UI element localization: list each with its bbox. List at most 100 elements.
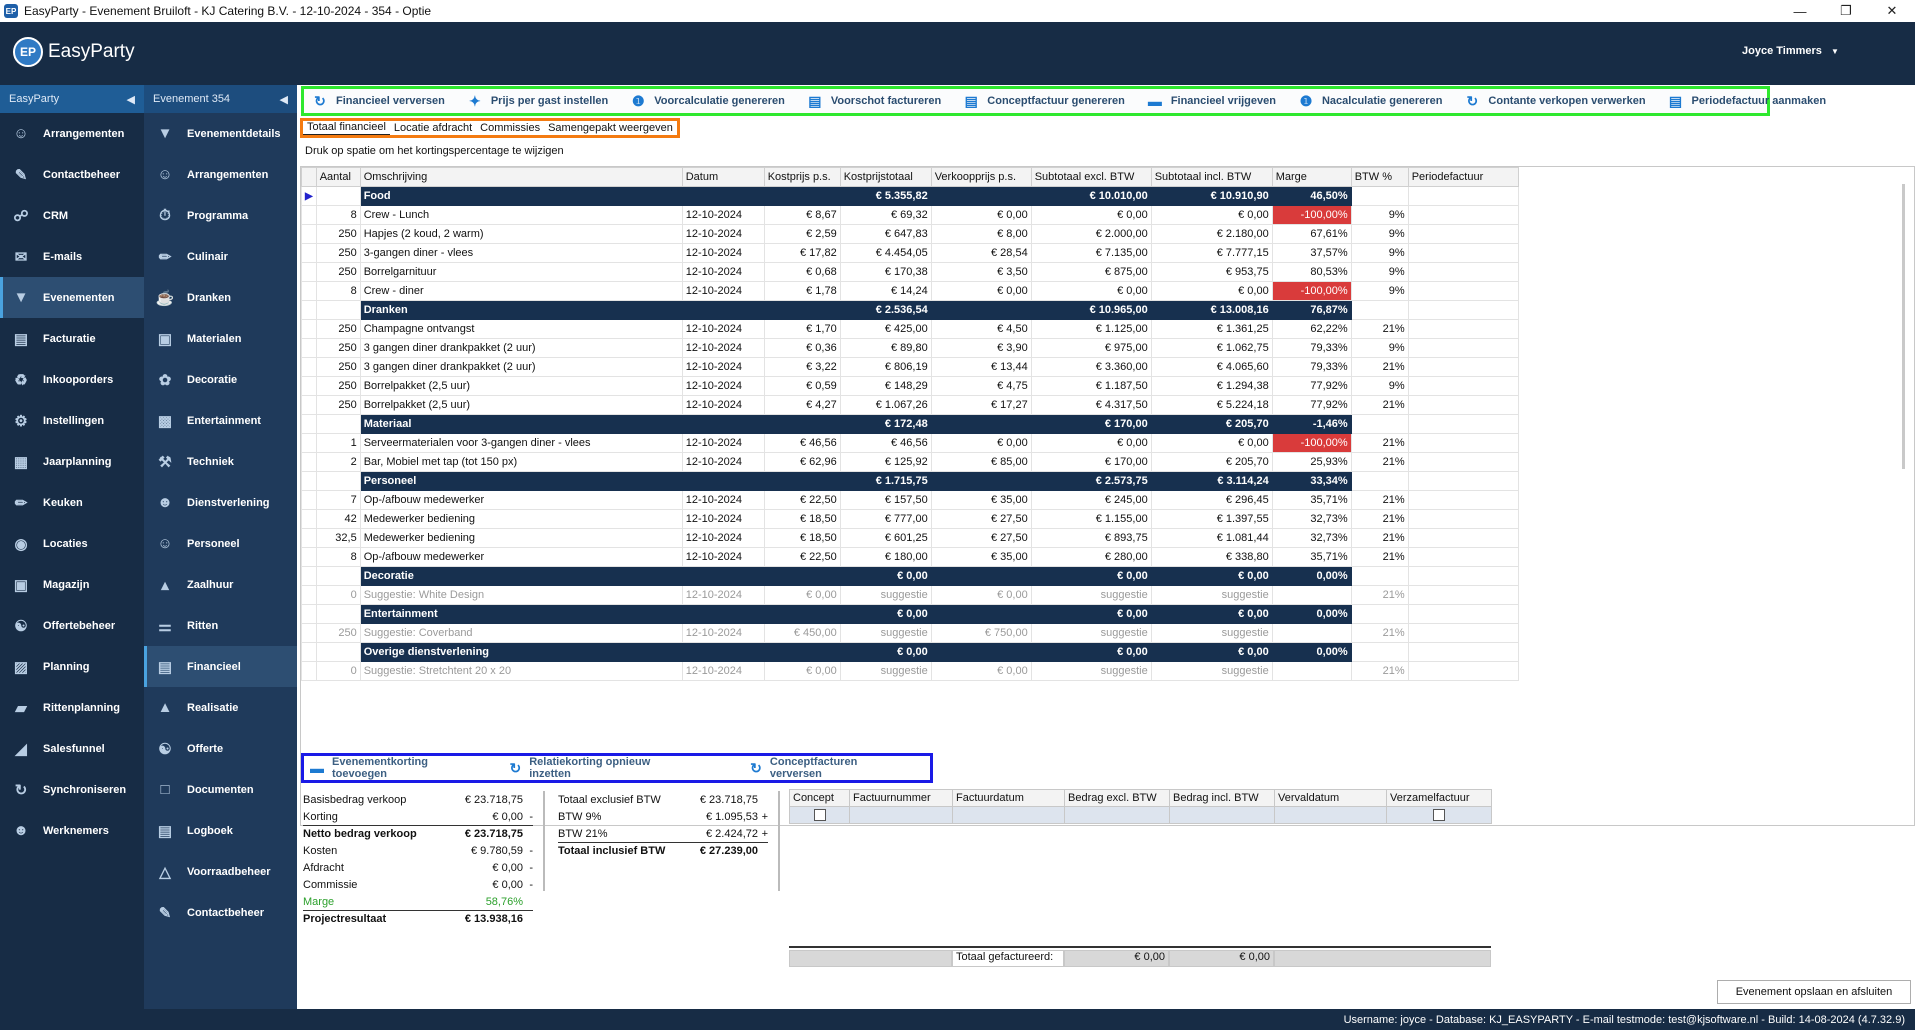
nav-item-programma[interactable]: ⏱ Programma (144, 195, 297, 236)
save-and-close-button[interactable]: Evenement opslaan en afsluiten (1717, 980, 1911, 1004)
sidebar-header[interactable]: EasyParty ◀ (0, 85, 144, 113)
nav-item-contactbeheer[interactable]: ✎ Contactbeheer (144, 892, 297, 933)
tab-locatie-afdracht[interactable]: Locatie afdracht (390, 122, 476, 135)
nav-item-evenementdetails[interactable]: ▼ Evenementdetails (144, 113, 297, 154)
nav-item-offertebeheer[interactable]: ☯ Offertebeheer (0, 605, 144, 646)
maximize-icon[interactable]: ❐ (1823, 0, 1869, 22)
column-header[interactable]: Verkoopprijs p.s. (930, 167, 1032, 187)
vertical-scrollbar[interactable] (1902, 184, 1905, 469)
nav-item-salesfunnel[interactable]: ◢ Salesfunnel (0, 728, 144, 769)
table-row[interactable]: 8 Op-/afbouw medewerker 12-10-2024 € 22,50 €… (301, 547, 1519, 567)
nav-item-inkooporders[interactable]: ♻ Inkooporders (0, 359, 144, 400)
nav-item-synchroniseren[interactable]: ↻ Synchroniseren (0, 769, 144, 810)
action-relatiekorting-opnieuw-inzetten[interactable]: ↻ Relatiekorting opnieuw inzetten (504, 756, 693, 780)
column-header[interactable]: Datum (681, 167, 765, 187)
column-header[interactable]: Marge (1271, 167, 1352, 187)
tab-commissies[interactable]: Commissies (476, 122, 544, 135)
column-header[interactable]: Omschrijving (359, 167, 683, 187)
user-menu[interactable]: Joyce Timmers ▼ (1742, 45, 1839, 57)
table-row[interactable]: 250 Borrelgarnituur 12-10-2024 € 0,68 € 170,… (301, 262, 1519, 282)
nav-item-arrangementen[interactable]: ☺ Arrangementen (144, 154, 297, 195)
toolbar-button-conceptfactuur-genereren[interactable]: ▤ Conceptfactuur genereren (955, 91, 1131, 111)
table-row[interactable]: 250 Borrelpakket (2,5 uur) 12-10-2024 € 4,2… (301, 395, 1519, 415)
column-header[interactable]: BTW % (1350, 167, 1409, 187)
event-sidebar-header[interactable]: Evenement 354 ◀ (144, 85, 297, 113)
column-header[interactable]: Subtotaal incl. BTW (1150, 167, 1273, 187)
nav-item-decoratie[interactable]: ✿ Decoratie (144, 359, 297, 400)
close-icon[interactable]: ✕ (1869, 0, 1915, 22)
group-row[interactable]: Materiaal € 172,48 € 170,00 € 205,70 -1,46% (301, 414, 1519, 434)
minimize-icon[interactable]: — (1777, 0, 1823, 22)
nav-item-werknemers[interactable]: ☻ Werknemers (0, 810, 144, 851)
nav-item-entertainment[interactable]: ▩ Entertainment (144, 400, 297, 441)
nav-item-dranken[interactable]: ☕ Dranken (144, 277, 297, 318)
toolbar-button-nacalculatie-genereren[interactable]: ❶ Nacalculatie genereren (1290, 91, 1448, 111)
action-evenementkorting-toevoegen[interactable]: ▬ Evenementkorting toevoegen (304, 756, 484, 780)
invoice-column-header[interactable]: Factuurnummer (849, 789, 953, 807)
suggestion-row[interactable]: 0 Suggestie: Stretchtent 20 x 20 12-10-202… (301, 661, 1519, 681)
table-row[interactable]: 2 Bar, Mobiel met tap (tot 150 px) 12-10-2… (301, 452, 1519, 472)
nav-item-facturatie[interactable]: ▤ Facturatie (0, 318, 144, 359)
nav-item-materialen[interactable]: ▣ Materialen (144, 318, 297, 359)
invoice-column-header[interactable]: Bedrag excl. BTW (1064, 789, 1170, 807)
group-row[interactable]: ▶ Food € 5.355,82 € 10.010,00 € 10.910,90 46,… (301, 186, 1519, 206)
collective-invoice-checkbox[interactable] (1433, 809, 1445, 822)
nav-item-zaalhuur[interactable]: ▴ Zaalhuur (144, 564, 297, 605)
summary-splitter[interactable] (778, 791, 780, 891)
summary-splitter[interactable] (543, 791, 545, 891)
nav-item-e-mails[interactable]: ✉ E-mails (0, 236, 144, 277)
group-row[interactable]: Overige dienstverlening € 0,00 € 0,00 € 0,0… (301, 642, 1519, 662)
invoice-column-header[interactable]: Factuurdatum (952, 789, 1065, 807)
nav-item-offerte[interactable]: ☯ Offerte (144, 728, 297, 769)
toolbar-button-periodefactuur-aanmaken[interactable]: ▤ Periodefactuur aanmaken (1660, 91, 1833, 111)
toolbar-button-voorschot-factureren[interactable]: ▤ Voorschot factureren (799, 91, 947, 111)
toolbar-button-contante-verkopen-verwerken[interactable]: ↻ Contante verkopen verwerken (1456, 91, 1651, 111)
collective-cell[interactable] (1386, 806, 1492, 824)
column-header[interactable]: Kostprijs p.s. (763, 167, 841, 187)
tab-samengepakt-weergeven[interactable]: Samengepakt weergeven (544, 122, 677, 135)
nav-item-personeel[interactable]: ☺ Personeel (144, 523, 297, 564)
table-row[interactable]: 32,5 Medewerker bediening 12-10-2024 € 18,5… (301, 528, 1519, 548)
table-row[interactable]: 250 Champagne ontvangst 12-10-2024 € 1,70 € … (301, 319, 1519, 339)
group-row[interactable]: Dranken € 2.536,54 € 10.965,00 € 13.008,16 7… (301, 300, 1519, 320)
invoice-column-header[interactable]: Verzamelfactuur (1386, 789, 1492, 807)
group-row[interactable]: Decoratie € 0,00 € 0,00 € 0,00 0,00% (301, 566, 1519, 586)
nav-item-dienstverlening[interactable]: ☻ Dienstverlening (144, 482, 297, 523)
group-row[interactable]: Personeel € 1.715,75 € 2.573,75 € 3.114,24 3… (301, 471, 1519, 491)
tab-totaal-financieel[interactable]: Totaal financieel (303, 121, 390, 135)
nav-item-culinair[interactable]: ✏ Culinair (144, 236, 297, 277)
concept-checkbox[interactable] (813, 809, 826, 822)
invoice-column-header[interactable]: Vervaldatum (1274, 789, 1387, 807)
nav-item-rittenplanning[interactable]: ▰ Rittenplanning (0, 687, 144, 728)
nav-item-realisatie[interactable]: ▲ Realisatie (144, 687, 297, 728)
column-header[interactable]: Kostprijstotaal (839, 167, 932, 187)
column-header[interactable]: Subtotaal excl. BTW (1030, 167, 1152, 187)
column-header[interactable]: Periodefactuur (1407, 167, 1519, 187)
table-row[interactable]: 250 Hapjes (2 koud, 2 warm) 12-10-2024 € 2,… (301, 224, 1519, 244)
toolbar-button-prijs-per-gast-instellen[interactable]: ✦ Prijs per gast instellen (459, 91, 614, 111)
nav-item-magazijn[interactable]: ▣ Magazijn (0, 564, 144, 605)
concept-cell[interactable] (789, 806, 850, 824)
nav-item-locaties[interactable]: ◉ Locaties (0, 523, 144, 564)
invoice-column-header[interactable]: Bedrag incl. BTW (1169, 789, 1275, 807)
table-row[interactable]: 250 3 gangen diner drankpakket (2 uur) 12-… (301, 357, 1519, 377)
nav-item-keuken[interactable]: ✏ Keuken (0, 482, 144, 523)
nav-item-instellingen[interactable]: ⚙ Instellingen (0, 400, 144, 441)
table-row[interactable]: 250 3-gangen diner - vlees 12-10-2024 € 17,… (301, 243, 1519, 263)
nav-item-documenten[interactable]: □ Documenten (144, 769, 297, 810)
column-header[interactable]: Aantal (315, 167, 361, 187)
collapse-icon[interactable]: ◀ (127, 93, 135, 106)
collapse-icon[interactable]: ◀ (280, 93, 288, 106)
toolbar-button-financieel-vrijgeven[interactable]: ▬ Financieel vrijgeven (1139, 91, 1282, 111)
table-row[interactable]: 1 Serveermaterialen voor 3-gangen diner -… (301, 433, 1519, 453)
table-row[interactable]: 8 Crew - diner 12-10-2024 € 1,78 € 14,24 € 0,… (301, 281, 1519, 301)
table-row[interactable]: 7 Op-/afbouw medewerker 12-10-2024 € 22,50 €… (301, 490, 1519, 510)
nav-item-ritten[interactable]: ⚌ Ritten (144, 605, 297, 646)
table-row[interactable]: 42 Medewerker bediening 12-10-2024 € 18,50 €… (301, 509, 1519, 529)
nav-item-logboek[interactable]: ▤ Logboek (144, 810, 297, 851)
suggestion-row[interactable]: 0 Suggestie: White Design 12-10-2024 € 0,00… (301, 585, 1519, 605)
invoice-column-header[interactable]: Concept (789, 789, 850, 807)
nav-item-crm[interactable]: ☍ CRM (0, 195, 144, 236)
nav-item-planning[interactable]: ▨ Planning (0, 646, 144, 687)
suggestion-row[interactable]: 250 Suggestie: Coverband 12-10-2024 € 450,0… (301, 623, 1519, 643)
